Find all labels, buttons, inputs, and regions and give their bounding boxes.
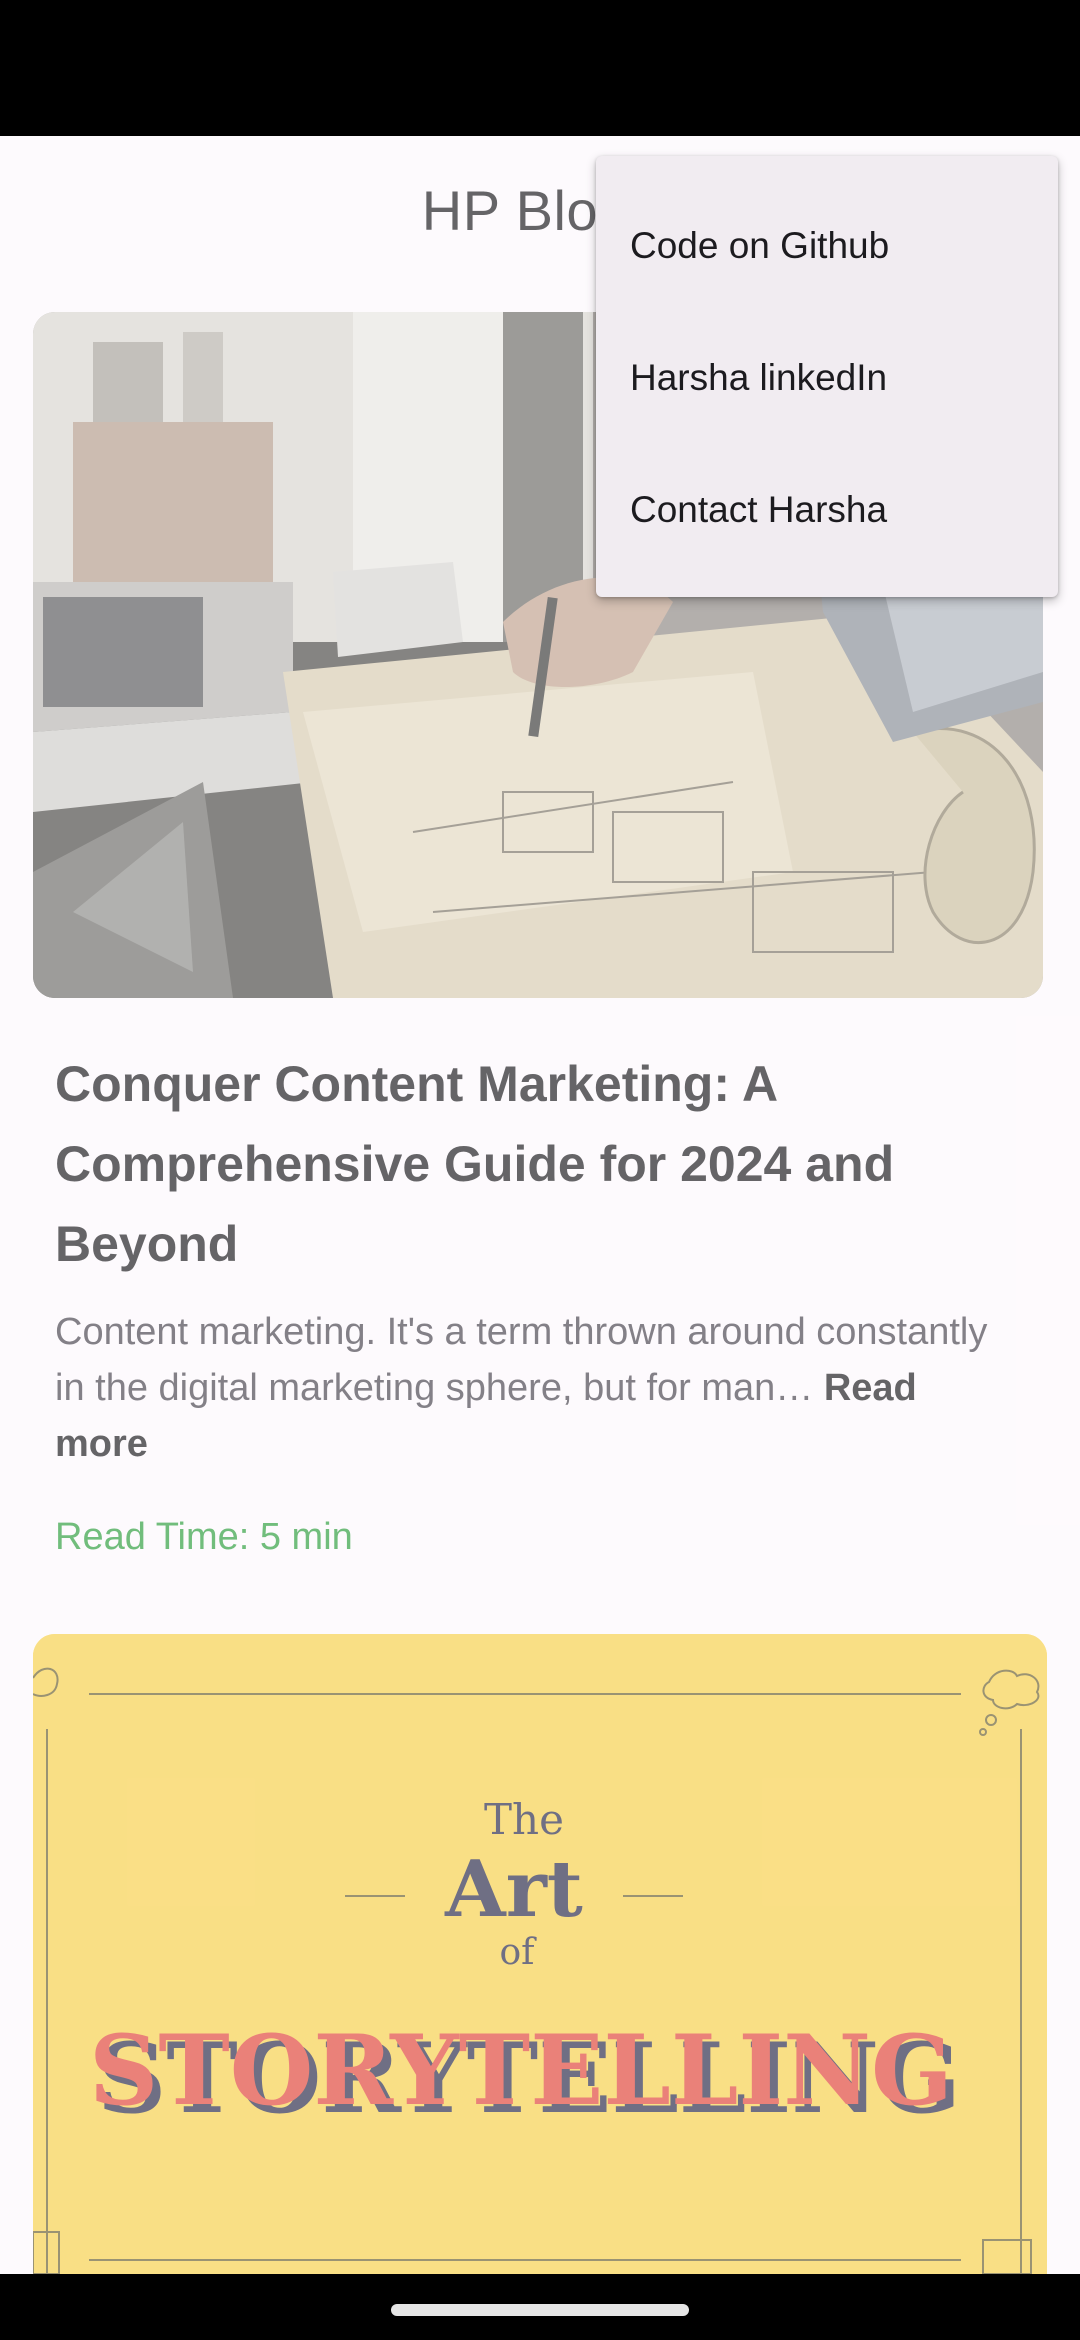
menu-item-contact[interactable]: Contact Harsha [596,444,1058,576]
status-bar [0,0,1080,136]
overflow-menu: Code on Github Harsha linkedIn Contact H… [596,156,1058,597]
home-gesture-handle[interactable] [391,2304,689,2316]
menu-item-github[interactable]: Code on Github [596,180,1058,312]
menu-item-linkedin[interactable]: Harsha linkedIn [596,312,1058,444]
